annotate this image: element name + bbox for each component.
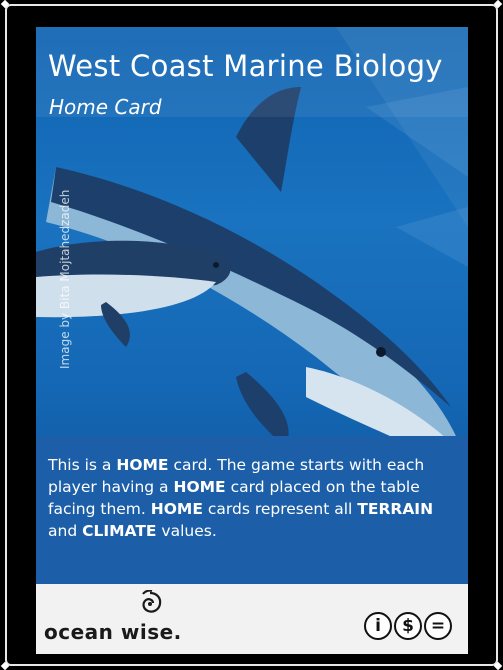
attribution-icon: i bbox=[364, 612, 392, 640]
corner-ornament bbox=[493, 661, 503, 670]
card-artwork: West Coast Marine Biology Home Card Imag… bbox=[36, 27, 468, 584]
noncommercial-icon: $ bbox=[394, 612, 422, 640]
description-text: cards represent all bbox=[202, 500, 358, 518]
card-subtitle: Home Card bbox=[49, 95, 162, 119]
ocean-wise-logo-icon bbox=[142, 590, 162, 613]
card-footer: ocean wise. i $ = bbox=[36, 584, 468, 654]
ocean-wise-logo-text: ocean wise. bbox=[44, 620, 182, 644]
keyword-terrain: TERRAIN bbox=[357, 500, 434, 518]
keyword-climate: CLIMATE bbox=[82, 522, 157, 540]
image-credit: Image by Bita Mojtahedzadeh bbox=[58, 189, 72, 369]
keyword-home: HOME bbox=[116, 456, 169, 474]
keyword-home: HOME bbox=[150, 500, 203, 518]
card-title: West Coast Marine Biology bbox=[48, 49, 443, 83]
corner-ornament bbox=[493, 0, 503, 9]
description-panel: This is a HOME card. The game starts wit… bbox=[36, 436, 468, 584]
license-badges: i $ = bbox=[364, 612, 458, 642]
card-description: This is a HOME card. The game starts wit… bbox=[48, 454, 458, 542]
keyword-home: HOME bbox=[173, 478, 226, 496]
corner-ornament bbox=[0, 661, 10, 670]
description-text: values. bbox=[156, 522, 217, 540]
corner-ornament bbox=[0, 0, 10, 9]
no-derivatives-icon: = bbox=[424, 612, 452, 640]
description-text: and bbox=[48, 522, 83, 540]
description-text: This is a bbox=[48, 456, 117, 474]
